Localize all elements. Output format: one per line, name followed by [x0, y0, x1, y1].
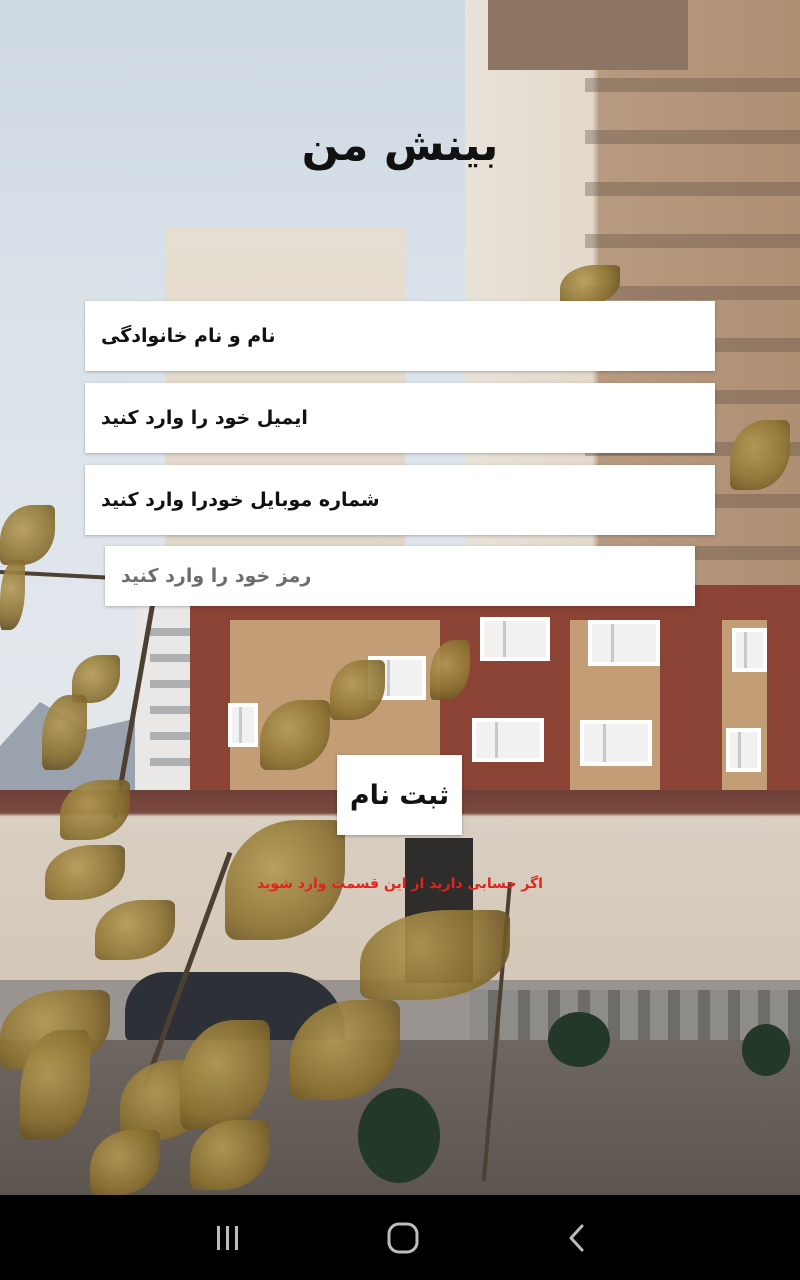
login-link[interactable]: اگر حسابی دارید از این قسمت وارد شوید [0, 876, 800, 892]
register-button[interactable]: ثبت نام [337, 755, 462, 835]
email-input[interactable]: ایمیل خود را وارد کنید [85, 383, 715, 453]
registration-screen: بینش من نام و نام خانوادگی ایمیل خود را … [0, 0, 800, 1280]
system-navigation-bar [0, 1195, 800, 1280]
full-name-input[interactable]: نام و نام خانوادگی [85, 301, 715, 371]
mobile-number-input[interactable]: شماره موبایل خودرا وارد کنید [85, 465, 715, 535]
back-icon [569, 1224, 584, 1251]
home-button[interactable] [373, 1215, 433, 1260]
email-placeholder: ایمیل خود را وارد کنید [101, 407, 308, 429]
password-placeholder: رمز خود را وارد کنید [121, 565, 312, 587]
password-input[interactable]: رمز خود را وارد کنید [105, 546, 695, 606]
mobile-number-placeholder: شماره موبایل خودرا وارد کنید [101, 489, 380, 511]
home-icon [387, 1222, 419, 1253]
full-name-placeholder: نام و نام خانوادگی [101, 325, 276, 347]
recent-apps-icon [217, 1225, 238, 1250]
recent-apps-button[interactable] [198, 1215, 258, 1260]
back-button[interactable] [548, 1215, 608, 1260]
app-title: بینش من [301, 120, 499, 171]
